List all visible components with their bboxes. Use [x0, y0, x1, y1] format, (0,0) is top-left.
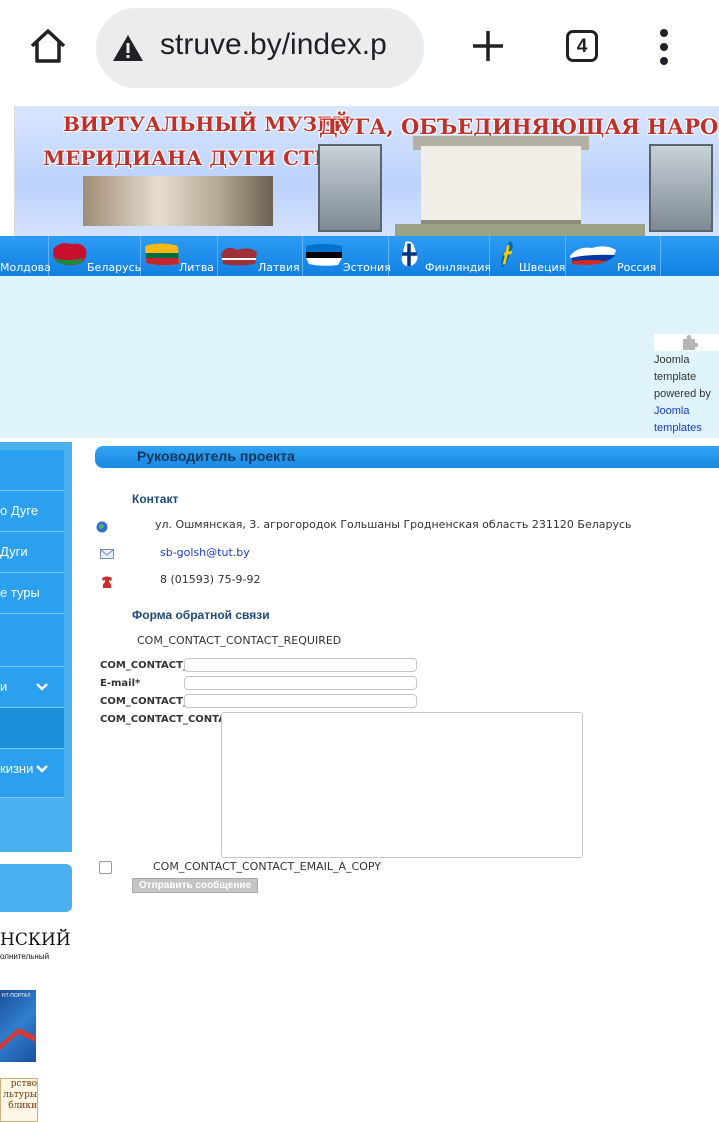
portal-graphic-icon: [0, 1028, 36, 1050]
joomla-text: Joomla template powered by Joomla templa…: [654, 352, 719, 437]
nav-item-moldova[interactable]: Молдова: [0, 236, 51, 276]
sweden-map-icon: [501, 240, 513, 268]
submit-button[interactable]: Отправить сообщение: [132, 878, 258, 893]
ground-photo: [395, 224, 645, 236]
new-tab-icon[interactable]: [470, 28, 506, 64]
ministry-line: рство: [10, 1079, 37, 1089]
warning-icon[interactable]: [112, 34, 144, 62]
subject-input[interactable]: [184, 694, 417, 708]
sidebar-item-submenu[interactable]: кизни: [0, 749, 64, 798]
belarus-map-icon: [53, 243, 87, 266]
nav-label: Эстония: [343, 261, 391, 274]
sidebar-item[interactable]: [0, 614, 64, 667]
museum-interior-photo: [83, 176, 273, 226]
email-copy-label: COM_CONTACT_CONTACT_EMAIL_A_COPY: [153, 860, 381, 873]
email-input[interactable]: [184, 676, 417, 690]
sidebar-item-active[interactable]: [0, 708, 64, 749]
phone-icon: [102, 576, 112, 588]
nav-label: Латвия: [258, 261, 300, 274]
finland-map-icon: [401, 241, 418, 267]
puzzle-icon: [654, 334, 719, 351]
chevron-down-icon[interactable]: [36, 682, 48, 692]
templates-link[interactable]: templates: [654, 420, 719, 437]
message-textarea[interactable]: [221, 712, 583, 858]
globe-icon: [96, 521, 108, 533]
tab-switcher-button[interactable]: 4: [566, 30, 598, 62]
sidebar-box: [0, 864, 72, 912]
header-spacer: [0, 276, 719, 438]
joomla-line: template: [654, 371, 697, 383]
joomla-link[interactable]: Joomla: [654, 403, 719, 420]
russia-map-icon: [570, 246, 616, 265]
district-banner-title[interactable]: НСКИЙ: [0, 930, 71, 950]
email-copy-checkbox[interactable]: [99, 861, 112, 874]
chevron-down-icon[interactable]: [36, 764, 48, 774]
joomla-line: Joomla: [654, 354, 690, 366]
nav-item-russia[interactable]: Россия: [566, 236, 661, 276]
estonia-map-icon: [306, 244, 342, 266]
sidebar-item-label: кизни: [0, 761, 34, 776]
page-title: Руководитель проекта: [137, 448, 295, 464]
nav-label: Финляндия: [425, 261, 492, 274]
nav-item-finland[interactable]: Финляндия: [389, 236, 492, 276]
ministry-line: блики: [8, 1101, 37, 1111]
toolbar-divider: [0, 96, 719, 106]
sidebar-item-tours[interactable]: е туры: [0, 573, 64, 614]
url-text[interactable]: struve.by/index.p: [160, 28, 387, 62]
contact-address: ул. Ошмянская, 3. агрогородок Гольшаны Г…: [155, 518, 632, 531]
nav-item-lithuania[interactable]: Литва: [141, 236, 218, 276]
site-banner[interactable]: ВИРТУАЛЬНЫЙ МУЗЕЙ МЕРИДИАНА ДУГИ СТРУВЕ …: [15, 106, 719, 236]
sidebar-item-submenu[interactable]: и: [0, 667, 64, 708]
home-icon[interactable]: [28, 26, 68, 66]
nav-item-estonia[interactable]: Эстония: [303, 236, 391, 276]
form-heading: Форма обратной связи: [132, 608, 270, 622]
contact-heading: Контакт: [132, 492, 179, 506]
sidebar-item-label: е туры: [0, 585, 40, 600]
building-photo: [421, 146, 581, 228]
country-nav: Молдова Беларусь Литва Латвия Эстония Фи…: [0, 236, 719, 276]
banner-title-line1: ВИРТУАЛЬНЫЙ МУЗЕЙ: [63, 112, 352, 136]
nav-item-belarus[interactable]: Беларусь: [49, 236, 141, 276]
email-label: E-mail*: [100, 678, 141, 689]
sidebar-item-about-arc[interactable]: о Дуге: [0, 491, 64, 532]
name-input[interactable]: [184, 658, 417, 672]
ministry-banner[interactable]: рство льтуры блики: [0, 1078, 38, 1122]
address-bar[interactable]: struve.by/index.p: [96, 8, 424, 88]
portal-banner[interactable]: НТ-ПОРТАЛ: [0, 990, 36, 1062]
sidebar-menu: о Дуге Дуги е туры и кизни: [0, 442, 72, 852]
page-title-bar: Руководитель проекта: [95, 446, 719, 468]
email-icon: [100, 549, 114, 559]
sidebar-item[interactable]: [0, 450, 64, 491]
nav-label: Беларусь: [87, 261, 142, 274]
joomla-credit: Joomla template powered by Joomla templa…: [654, 334, 719, 437]
contact-phone: 8 (01593) 75-9-92: [160, 573, 261, 586]
latvia-map-icon: [221, 247, 257, 266]
district-banner-subtitle: олнительный: [0, 952, 50, 961]
sidebar-item-label: Дуги: [0, 544, 28, 559]
nav-label: Россия: [617, 261, 657, 274]
portal-banner-label: НТ-ПОРТАЛ: [2, 993, 31, 999]
joomla-line: powered by: [654, 388, 711, 400]
nav-label: Литва: [179, 261, 215, 274]
nav-item-latvia[interactable]: Латвия: [218, 236, 303, 276]
ministry-line: льтуры: [3, 1090, 37, 1100]
exhibit-kiosk-photo: [318, 144, 382, 232]
sidebar-item-label: и: [0, 679, 8, 694]
more-menu-icon[interactable]: [657, 28, 671, 68]
page-left-edge: [0, 106, 15, 236]
nav-item-sweden[interactable]: Швеция: [490, 236, 566, 276]
browser-toolbar: struve.by/index.p 4: [0, 0, 719, 96]
nav-label: Молдова: [0, 261, 51, 274]
exhibit-kiosk-photo: [649, 144, 713, 232]
contact-email-link[interactable]: sb-golsh@tut.by: [160, 546, 250, 559]
nav-label: Швеция: [519, 261, 566, 274]
sidebar-item-arc[interactable]: Дуги: [0, 532, 64, 573]
sidebar-item-label: о Дуге: [0, 503, 39, 518]
lithuania-map-icon: [145, 243, 179, 266]
required-note: COM_CONTACT_CONTACT_REQUIRED: [137, 634, 342, 647]
